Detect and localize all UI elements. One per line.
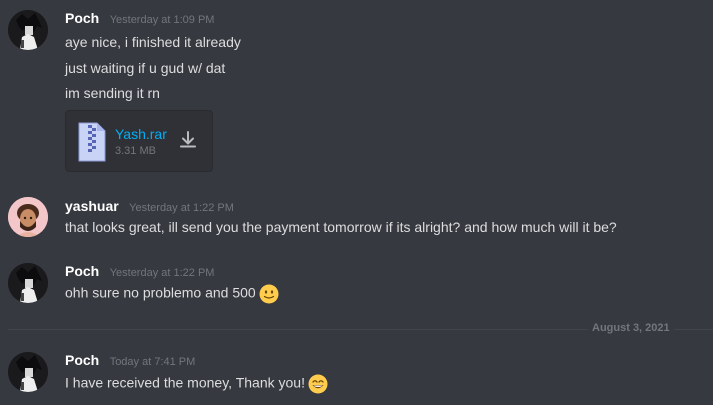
message-text: that looks great, ill send you the payme… (65, 219, 617, 235)
file-size: 3.31 MB (115, 145, 156, 157)
message-line: ohh sure no problemo and 500 (65, 284, 279, 304)
date-divider: August 3, 2021 (8, 322, 713, 334)
username[interactable]: yashuar (65, 198, 119, 214)
timestamp: Yesterday at 1:22 PM (129, 202, 234, 214)
chat-messages: Poch Yesterday at 1:09 PM aye nice, i fi… (0, 0, 713, 405)
file-attachment: Yash.rar 3.31 MB (65, 110, 213, 172)
timestamp: Today at 7:41 PM (109, 356, 196, 368)
message-text: just waiting if u gud w/ dat (65, 60, 226, 76)
message-text: aye nice, i finished it already (65, 34, 241, 50)
zip-file-icon (78, 122, 106, 162)
message-header: Poch Yesterday at 1:09 PM (65, 10, 214, 28)
grinning-face-icon[interactable] (308, 374, 328, 394)
divider-line (674, 329, 713, 330)
message-header: Poch Today at 7:41 PM (65, 352, 195, 370)
avatar-image (8, 352, 48, 392)
message-text: im sending it rn (65, 85, 160, 101)
username[interactable]: Poch (65, 10, 99, 26)
slightly-smiling-face-icon[interactable] (259, 284, 279, 304)
timestamp: Yesterday at 1:09 PM (109, 14, 215, 26)
avatar[interactable] (8, 197, 48, 237)
avatar[interactable] (8, 352, 48, 392)
timestamp: Yesterday at 1:22 PM (109, 267, 215, 279)
message-header: Poch Yesterday at 1:22 PM (65, 263, 214, 281)
username[interactable]: Poch (65, 352, 99, 368)
date-divider-label: August 3, 2021 (592, 322, 670, 334)
file-name-link[interactable]: Yash.rar (115, 126, 167, 142)
username[interactable]: Poch (65, 263, 99, 279)
avatar[interactable] (8, 263, 48, 303)
download-icon[interactable] (178, 130, 198, 150)
message-header: yashuar Yesterday at 1:22 PM (65, 198, 234, 216)
divider-line (8, 329, 588, 330)
message-text: I have received the money, Thank you! (65, 374, 305, 391)
avatar-image (8, 263, 48, 303)
avatar-image (8, 10, 48, 50)
message-line: I have received the money, Thank you! (65, 374, 328, 394)
avatar-image (8, 197, 48, 237)
avatar[interactable] (8, 10, 48, 50)
message-text: ohh sure no problemo and 500 (65, 284, 256, 301)
